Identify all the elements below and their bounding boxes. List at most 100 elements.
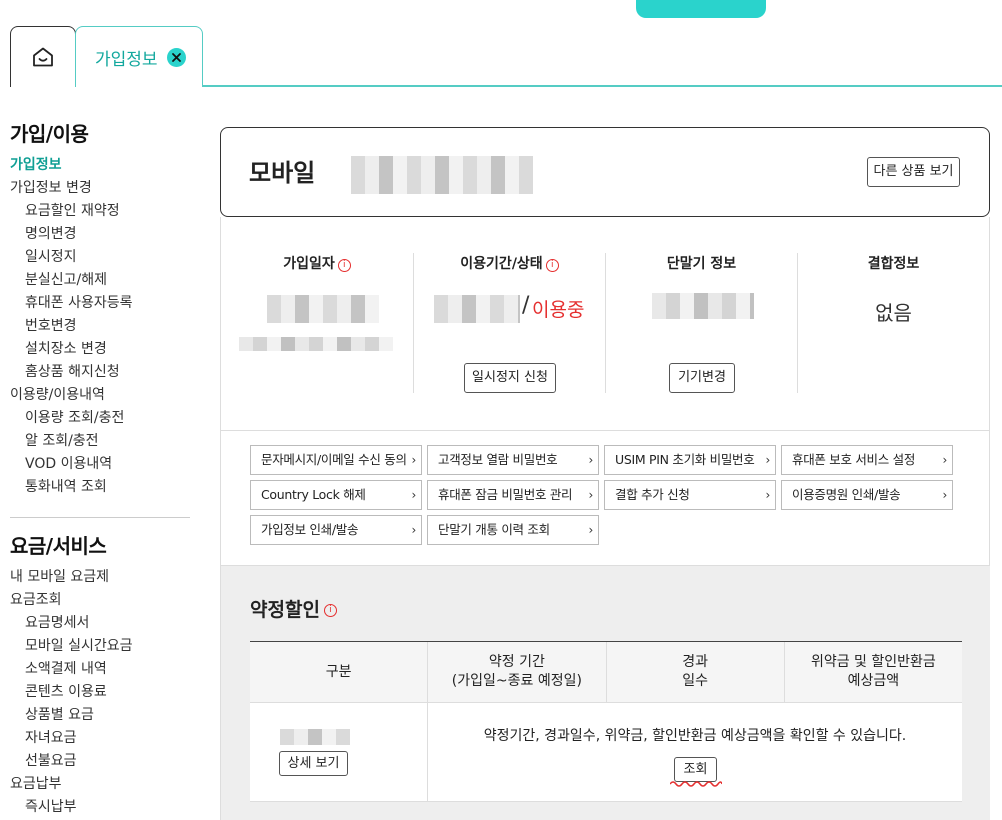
sidebar-item[interactable]: 모바일 실시간요금 (10, 635, 190, 658)
tab-join-info[interactable]: 가입정보 (75, 26, 203, 87)
quick-link-button[interactable]: 문자메시지/이메일 수신 동의 › (250, 445, 422, 475)
contract-info-message: 약정기간, 경과일수, 위약금, 할인반환금 예상금액을 확인할 수 있습니다. (483, 728, 907, 744)
quick-link-label: 문자메시지/이메일 수신 동의 (261, 452, 407, 467)
sidebar-heading: 요금/서비스 (10, 534, 107, 558)
contract-discount-table: 구분 약정 기간 (가입일~종료 예정일) 경과 일수 위약금 및 할인반환금 예상금… (250, 641, 962, 802)
table-header-cell: 경과 일수 (605, 642, 784, 702)
quick-link-label: 휴대폰 잠금 비밀번호 관리 (438, 487, 573, 502)
table-header-cell: 구분 (325, 663, 352, 680)
bundle-info-column: 결합정보 없음 (797, 253, 989, 393)
contract-discount-title: 약정할인 (250, 599, 320, 621)
device-change-button[interactable]: 기기변경 (669, 363, 735, 393)
sidebar-item[interactable]: 요금명세서 (10, 612, 190, 635)
sidebar-nav: 가입/이용가입정보 가입정보 변경 요금할인 재약정 명의변경 일시정지 분실신고/해제 휴… (10, 120, 190, 819)
sidebar-item[interactable]: 소액결제 내역 (10, 658, 190, 681)
sidebar-item[interactable]: 일시정지 (10, 246, 190, 269)
period-status-column: 이용기간/상태 i / 이용중 일시정지 신청 (413, 253, 605, 393)
device-info-column: 단말기 정보 기기변경 (605, 253, 797, 393)
sidebar-item[interactable]: 가입정보 변경 (10, 177, 190, 200)
bundle-info-label: 결합정보 (867, 256, 920, 272)
sidebar-item[interactable]: 휴대폰 사용자등록 (10, 292, 190, 315)
quick-link-button[interactable]: 고객정보 열람 비밀번호 › (427, 445, 599, 475)
chevron-right-icon: › (942, 488, 948, 502)
quick-link-label: 휴대폰 보호 서비스 설정 (792, 452, 916, 467)
sidebar-item[interactable]: 요금납부 (10, 773, 190, 796)
quick-link-button[interactable]: 휴대폰 잠금 비밀번호 관리 › (427, 480, 599, 510)
quick-link-label: 이용증명원 인쇄/발송 (792, 487, 901, 502)
lookup-button[interactable]: 조회 (674, 757, 717, 782)
sidebar-item[interactable]: 자녀요금 (10, 727, 190, 750)
quick-link-button[interactable]: 단말기 개통 이력 조회 › (427, 515, 599, 545)
chevron-right-icon: › (765, 488, 771, 502)
quick-link-button[interactable]: 가입정보 인쇄/발송 › (250, 515, 422, 545)
home-icon (33, 47, 53, 67)
chevron-right-icon: › (588, 453, 594, 467)
sidebar-item[interactable]: 즉시납부 (10, 796, 190, 819)
masked-join-detail (239, 337, 393, 351)
quick-link-label: 고객정보 열람 비밀번호 (438, 452, 558, 467)
top-banner-button[interactable] (636, 0, 766, 18)
period-status-label: 이용기간/상태 (460, 256, 543, 272)
sidebar-divider (10, 517, 190, 518)
sidebar-item[interactable]: 이용량/이용내역 (10, 384, 190, 407)
sidebar-item[interactable]: 내 모바일 요금제 (10, 566, 190, 589)
quick-link-button[interactable]: 이용증명원 인쇄/발송 › (781, 480, 953, 510)
quick-link-button[interactable]: 결합 추가 신청 › (604, 480, 776, 510)
sidebar-item[interactable]: VOD 이용내역 (10, 453, 190, 476)
sidebar-item[interactable]: 홈상품 해지신청 (10, 361, 190, 384)
sidebar-item[interactable]: 선불요금 (10, 750, 190, 773)
detail-view-button[interactable]: 상세 보기 (279, 751, 348, 776)
sidebar-item[interactable]: 번호변경 (10, 315, 190, 338)
sidebar-item[interactable]: 콘텐츠 이용료 (10, 681, 190, 704)
chevron-right-icon: › (588, 488, 594, 502)
sidebar-item[interactable]: 이용량 조회/충전 (10, 407, 190, 430)
join-date-column: 가입일자 i (221, 253, 413, 393)
sidebar-group-fee-service: 요금/서비스내 모바일 요금제 요금조회 요금명세서 모바일 실시간요금 소액결제 내역… (10, 532, 190, 819)
contract-discount-section: 약정할인 i 구분 약정 기간 (가입일~종료 예정일) 경과 일수 위약금 및 할인반… (220, 566, 990, 820)
sidebar-item[interactable]: 알 조회/충전 (10, 430, 190, 453)
product-header: 모바일 다른 상품 보기 (220, 127, 990, 217)
sidebar-item[interactable]: 요금조회 (10, 589, 190, 612)
other-product-button[interactable]: 다른 상품 보기 (867, 157, 960, 187)
sidebar-group-join-usage: 가입/이용가입정보 가입정보 변경 요금할인 재약정 명의변경 일시정지 분실신고/해제 휴… (10, 120, 190, 499)
tab-home[interactable] (10, 26, 76, 87)
sidebar-item[interactable]: 상품별 요금 (10, 704, 190, 727)
sidebar-item[interactable]: 가입정보 (10, 154, 190, 177)
quick-link-button[interactable]: Country Lock 해제 › (250, 480, 422, 510)
sidebar-item[interactable]: 분실신고/해제 (10, 269, 190, 292)
info-icon[interactable]: i (323, 604, 337, 617)
tab-bar-line (202, 85, 1002, 87)
chevron-right-icon: › (411, 488, 417, 502)
sidebar-heading: 가입/이용 (10, 122, 89, 146)
masked-join-date (267, 295, 379, 323)
quick-link-label: USIM PIN 초기화 비밀번호 (615, 452, 755, 467)
quick-link-button[interactable]: 휴대폰 보호 서비스 설정 › (781, 445, 953, 475)
chevron-right-icon: › (588, 523, 594, 537)
info-icon[interactable]: i (337, 259, 351, 272)
sidebar-item[interactable]: 요금할인 재약정 (10, 200, 190, 223)
info-icon[interactable]: i (545, 259, 559, 272)
table-header-cell: 위약금 및 할인반환금 예상금액 (783, 642, 962, 702)
masked-phone-number (351, 156, 533, 194)
tab-join-info-label: 가입정보 (95, 50, 158, 70)
quick-link-label: 단말기 개통 이력 조회 (438, 522, 550, 537)
quick-link-label: 가입정보 인쇄/발송 (261, 522, 359, 537)
device-info-label: 단말기 정보 (666, 256, 737, 272)
suspend-request-button[interactable]: 일시정지 신청 (464, 363, 556, 393)
close-icon (172, 53, 181, 62)
chevron-right-icon: › (765, 453, 771, 467)
tab-close-button[interactable] (167, 48, 186, 67)
status-separator: / (522, 293, 530, 318)
main-content: 모바일 다른 상품 보기 가입일자 i 이용기간/상태 i / 이용중 일시정지 신… (220, 127, 990, 820)
table-header-row: 구분 약정 기간 (가입일~종료 예정일) 경과 일수 위약금 및 할인반환금 예상금… (250, 642, 962, 703)
sidebar-item[interactable]: 설치장소 변경 (10, 338, 190, 361)
bundle-info-value: 없음 (875, 301, 912, 325)
quick-links: 문자메시지/이메일 수신 동의 › 고객정보 열람 비밀번호 › USIM PIN 초기… (220, 431, 990, 566)
quick-link-button[interactable]: USIM PIN 초기화 비밀번호 › (604, 445, 776, 475)
sidebar-item[interactable]: 통화내역 조회 (10, 476, 190, 499)
sidebar-item[interactable]: 명의변경 (10, 223, 190, 246)
masked-device (652, 293, 754, 319)
chevron-right-icon: › (411, 523, 417, 537)
quick-link-label: 결합 추가 신청 (615, 487, 690, 502)
product-title: 모바일 (249, 159, 316, 187)
